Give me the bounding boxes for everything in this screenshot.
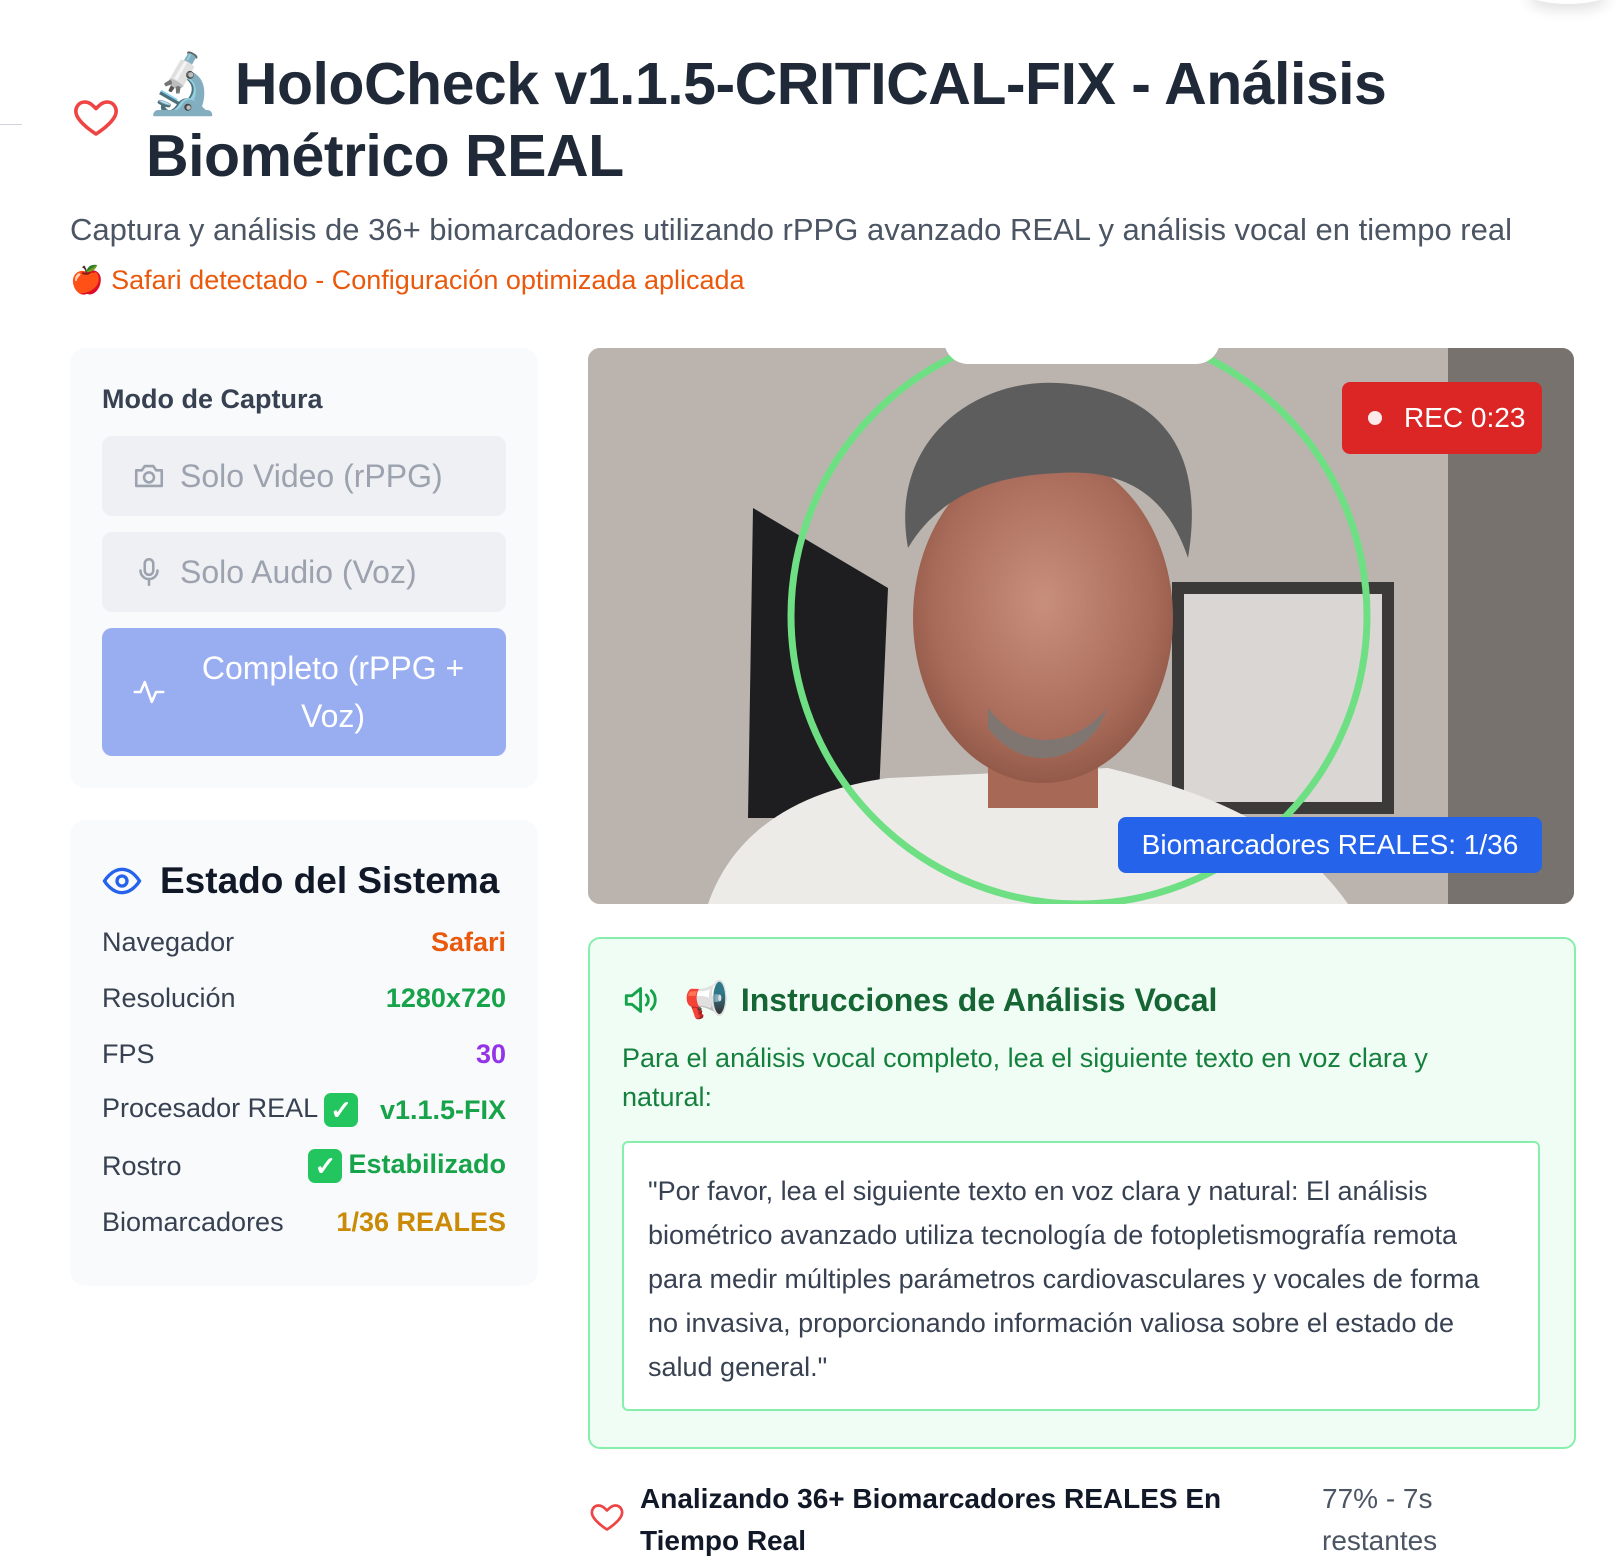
status-value: Safari	[430, 926, 506, 957]
status-row-processor: Procesador REAL ✓ v1.1.5-FIX	[102, 1090, 506, 1130]
check-icon: ✓	[308, 1149, 343, 1183]
analysis-progress: Analizando 36+ Biomarcadores REALES En T…	[588, 1478, 1574, 1556]
status-value: 1280x720	[385, 982, 506, 1013]
face	[913, 453, 1173, 783]
status-key: FPS	[102, 1038, 155, 1069]
browser-note-text: Safari detectado - Configuración optimiz…	[111, 265, 745, 295]
capture-mode-panel: Modo de Captura Solo Video (rPPG) Solo A…	[70, 348, 538, 788]
analysis-percent: 77% - 7s restantes	[1322, 1483, 1438, 1556]
audio-only-button[interactable]: Solo Audio (Voz)	[102, 532, 506, 612]
status-row-fps: FPS 30	[102, 1034, 506, 1074]
record-dot-icon	[1368, 411, 1382, 425]
analysis-message: Analizando 36+ Biomarcadores REALES En T…	[640, 1483, 1222, 1556]
video-only-label: Solo Video (rPPG)	[180, 457, 443, 494]
status-value: v1.1.5-FIX	[379, 1094, 506, 1125]
reading-passage: "Por favor, lea el siguiente texto en vo…	[648, 1176, 1480, 1382]
audio-only-label: Solo Audio (Voz)	[180, 553, 417, 590]
check-icon: ✓	[324, 1093, 359, 1127]
system-status-header: Estado del Sistema	[102, 860, 499, 902]
complete-mode-label: Completo (rPPG + Voz)	[201, 650, 465, 734]
apple-icon: 🍎	[70, 265, 104, 295]
eye-icon	[102, 867, 142, 895]
status-row-biomarkers: Biomarcadores 1/36 REALES	[102, 1202, 506, 1242]
heart-icon	[74, 100, 118, 136]
biomarkers-badge: Biomarcadores REALES: 1/36	[1118, 817, 1542, 873]
floating-shadow	[1528, 0, 1608, 4]
status-value: 30	[475, 1038, 506, 1069]
vocal-instructions-title: Instrucciones de Análisis Vocal	[740, 981, 1218, 1018]
microscope-icon: 🔬	[146, 51, 219, 117]
vocal-instruction-text: Para el análisis vocal completo, lea el …	[622, 1043, 1428, 1112]
status-value-text: Estabilizado	[348, 1149, 506, 1180]
vocal-instructions-header: 📢 Instrucciones de Análisis Vocal	[622, 979, 1217, 1021]
system-status-title: Estado del Sistema	[160, 860, 500, 901]
status-row-browser: Navegador Safari	[102, 922, 506, 962]
reading-passage-box: "Por favor, lea el siguiente texto en vo…	[622, 1141, 1540, 1411]
recording-indicator: REC 0:23	[1342, 382, 1542, 454]
browser-detection-note: 🍎 Safari detectado - Configuración optim…	[70, 262, 745, 298]
divider	[0, 124, 22, 125]
activity-icon	[133, 680, 165, 704]
page-title-text: HoloCheck v1.1.5-CRITICAL-FIX - Análisis…	[146, 51, 1387, 189]
status-row-face: Rostro ✓ Estabilizado	[102, 1146, 506, 1186]
megaphone-icon: 📢	[684, 979, 729, 1020]
volume-icon	[624, 987, 657, 1013]
video-top-notch	[944, 340, 1220, 364]
status-row-resolution: Resolución 1280x720	[102, 978, 506, 1018]
status-key: Resolución	[102, 982, 236, 1013]
status-key-text: Procesador REAL	[102, 1093, 319, 1124]
status-key: Navegador	[102, 926, 235, 957]
complete-mode-button[interactable]: Completo (rPPG + Voz)	[102, 628, 506, 756]
page-title: 🔬 HoloCheck v1.1.5-CRITICAL-FIX - Anális…	[146, 48, 1566, 192]
camera-icon	[134, 464, 164, 488]
capture-mode-label: Modo de Captura	[102, 384, 323, 414]
status-value: ✓ Estabilizado	[302, 1149, 506, 1183]
status-key: Biomarcadores	[102, 1206, 284, 1237]
status-key: Procesador REAL ✓	[102, 1093, 364, 1127]
vocal-instructions-panel: 📢 Instrucciones de Análisis Vocal Para e…	[588, 937, 1576, 1449]
page-subtitle: Captura y análisis de 36+ biomarcadores …	[70, 212, 1512, 247]
status-value: 1/36 REALES	[336, 1206, 506, 1237]
microphone-icon	[139, 557, 159, 587]
recording-time: REC 0:23	[1404, 402, 1526, 433]
status-key: Rostro	[102, 1150, 182, 1181]
video-only-button[interactable]: Solo Video (rPPG)	[102, 436, 506, 516]
heart-icon	[590, 1504, 624, 1531]
system-status-panel: Estado del Sistema Navegador Safari Reso…	[70, 820, 538, 1286]
